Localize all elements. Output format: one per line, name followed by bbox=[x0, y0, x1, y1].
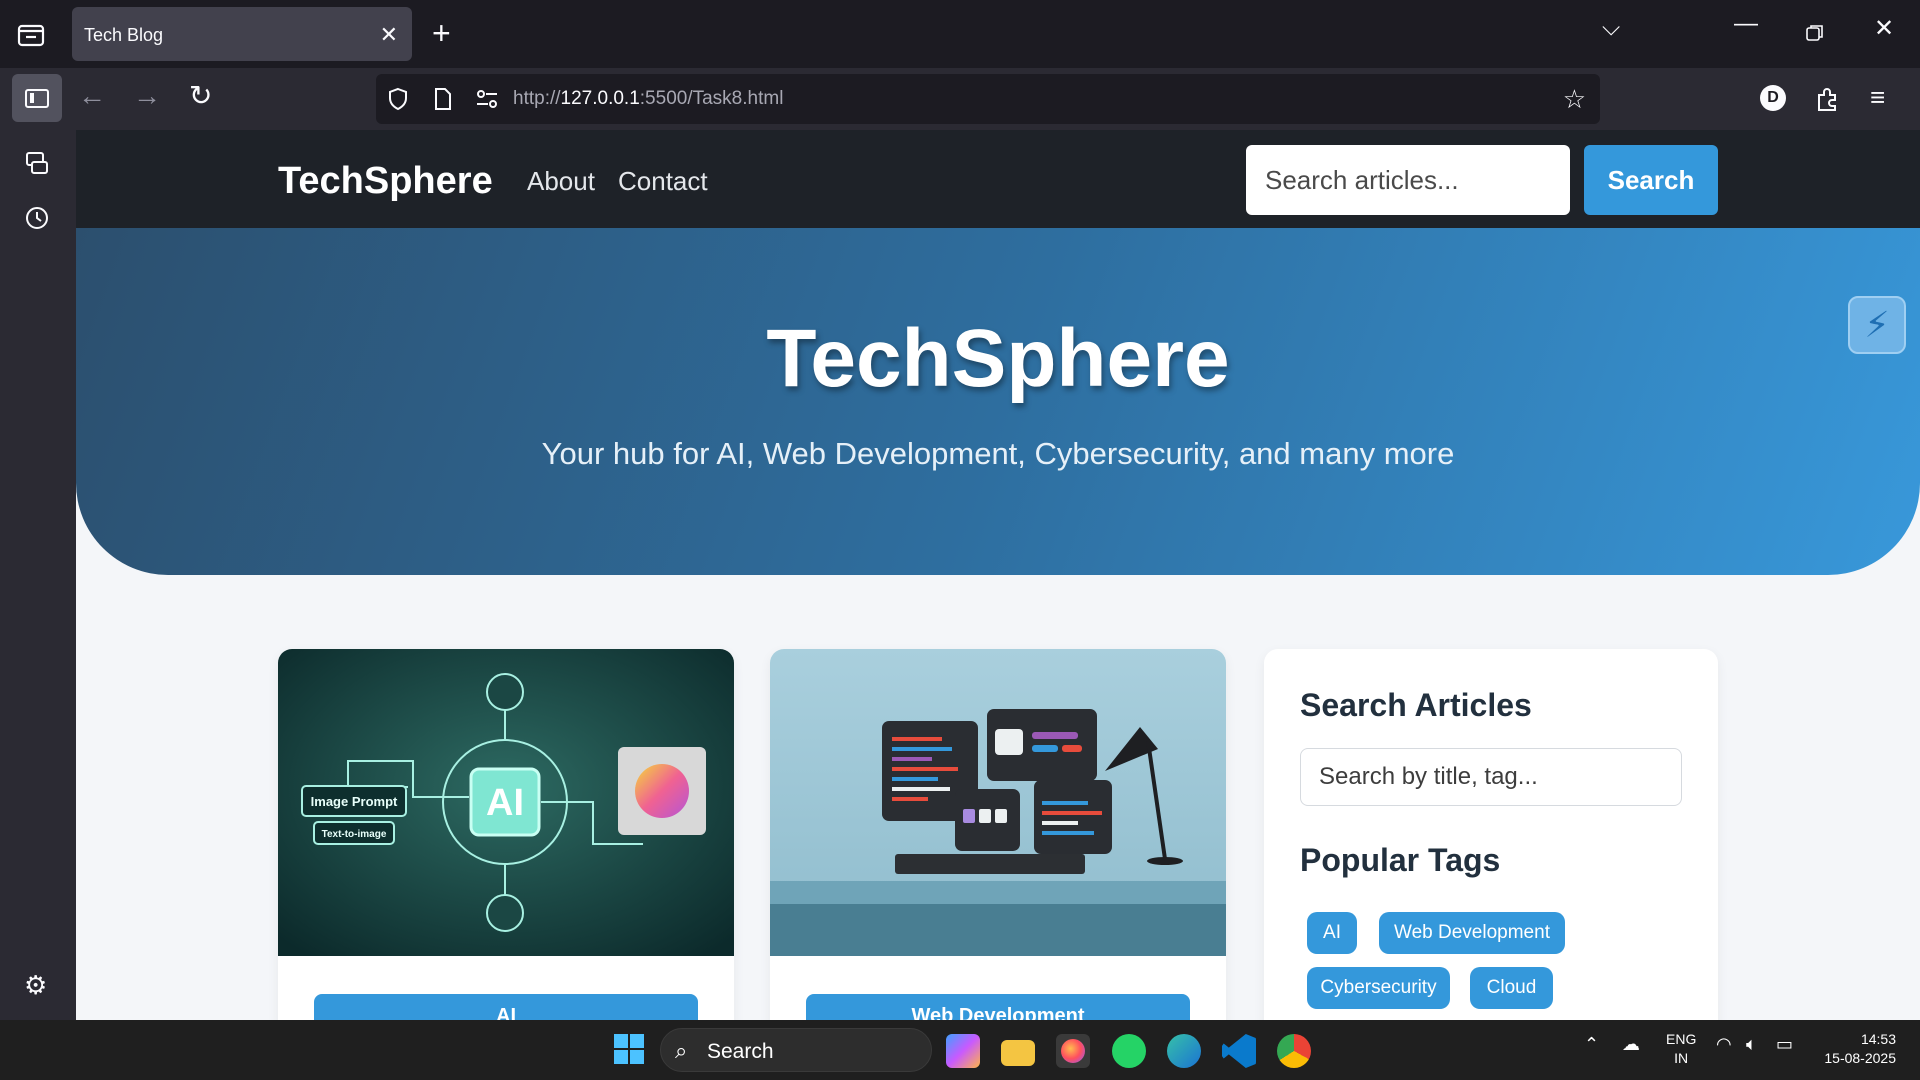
page-viewport: TechSphere About Contact Search TechSphe… bbox=[76, 130, 1920, 1020]
back-icon[interactable]: ← bbox=[78, 80, 106, 112]
minimize-icon[interactable]: — bbox=[1734, 10, 1758, 38]
site-header: TechSphere About Contact Search bbox=[76, 130, 1920, 228]
taskbar-search[interactable]: ⌕ Search bbox=[660, 1028, 932, 1072]
hero-subtitle: Your hub for AI, Web Development, Cybers… bbox=[541, 436, 1455, 471]
clock-time: 14:53 bbox=[1860, 1031, 1896, 1047]
reload-icon[interactable]: ↻ bbox=[189, 80, 212, 112]
page-icon[interactable] bbox=[433, 87, 453, 111]
clock-date: 15-08-2025 bbox=[1824, 1050, 1896, 1066]
nav-link-about[interactable]: About bbox=[527, 166, 595, 197]
tab-close-icon[interactable]: ✕ bbox=[380, 22, 398, 48]
tag-chip-cloud[interactable]: Cloud bbox=[1470, 967, 1553, 1009]
browser-toolbar: ← → ↻ http://127.0.0.1:5500/Task8.html ☆… bbox=[0, 68, 1920, 130]
hero-title: TechSphere bbox=[766, 313, 1230, 404]
menu-icon[interactable]: ≡ bbox=[1870, 82, 1885, 113]
taskbar-search-icon: ⌕ bbox=[675, 1038, 688, 1063]
url-path: :5500/Task8.html bbox=[639, 88, 784, 109]
bookmark-star-icon[interactable]: ☆ bbox=[1563, 84, 1586, 115]
vscode-icon[interactable] bbox=[1222, 1034, 1256, 1068]
whatsapp-icon[interactable] bbox=[1112, 1034, 1146, 1068]
wifi-icon[interactable]: ◠ bbox=[1716, 1034, 1732, 1055]
url-text[interactable]: http://127.0.0.1:5500/Task8.html bbox=[513, 88, 783, 110]
windows-taskbar: ⌕ Search ⌃ ☁ ENG IN ◠ 🔈︎ ▭ 14:53 15-08-2… bbox=[0, 1020, 1920, 1080]
synced-tabs-icon[interactable] bbox=[24, 150, 50, 176]
header-search-button[interactable]: Search bbox=[1584, 145, 1718, 215]
shield-icon[interactable] bbox=[387, 87, 409, 111]
browser-tab-active[interactable]: Tech Blog ✕ bbox=[72, 7, 412, 61]
header-search-input[interactable] bbox=[1246, 145, 1570, 215]
tab-list-chevron-icon[interactable]: ⌵ bbox=[1602, 14, 1620, 42]
firefox-taskbar-button[interactable] bbox=[1056, 1034, 1090, 1068]
site-logo[interactable]: TechSphere bbox=[278, 160, 493, 203]
card-tag-ai[interactable]: AI bbox=[314, 994, 698, 1020]
search-articles-heading: Search Articles bbox=[1300, 687, 1532, 723]
edge-icon[interactable] bbox=[1167, 1034, 1201, 1068]
url-prefix: http:// bbox=[513, 88, 561, 109]
image-prompt-label: Image Prompt bbox=[311, 794, 398, 809]
url-host: 127.0.0.1 bbox=[560, 88, 640, 109]
card-tag-web-development[interactable]: Web Development bbox=[806, 994, 1190, 1020]
taskbar-search-label: Search bbox=[707, 1040, 774, 1063]
sidebar-settings-icon[interactable]: ⚙ bbox=[24, 970, 47, 1001]
chrome-icon[interactable] bbox=[1277, 1034, 1311, 1068]
url-bar[interactable]: http://127.0.0.1:5500/Task8.html ☆ bbox=[376, 74, 1600, 124]
tab-overview-icon[interactable] bbox=[14, 20, 48, 50]
tag-chip-cybersecurity[interactable]: Cybersecurity bbox=[1307, 967, 1450, 1009]
site-permissions-icon[interactable] bbox=[474, 87, 500, 111]
browser-sidebar: ⚙ bbox=[0, 130, 76, 1020]
extensions-icon[interactable] bbox=[1815, 86, 1841, 112]
copilot-icon[interactable] bbox=[946, 1034, 980, 1068]
restore-icon[interactable] bbox=[1806, 24, 1824, 42]
language-code: ENG bbox=[1666, 1031, 1697, 1047]
onedrive-icon[interactable]: ☁ bbox=[1622, 1034, 1640, 1055]
ai-chip-label: AI bbox=[486, 782, 524, 824]
forward-icon[interactable]: → bbox=[133, 80, 161, 112]
taskbar-clock[interactable]: 14:53 15-08-2025 bbox=[1816, 1030, 1896, 1068]
battery-icon[interactable]: ▭ bbox=[1776, 1034, 1793, 1055]
history-icon[interactable] bbox=[24, 205, 50, 231]
tray-overflow-icon[interactable]: ⌃ bbox=[1584, 1034, 1599, 1055]
tag-chip-ai[interactable]: AI bbox=[1307, 912, 1357, 954]
search-tags-panel: Search Articles Popular Tags AI Web Deve… bbox=[1264, 649, 1718, 1020]
hero-banner: TechSphere Your hub for AI, Web Developm… bbox=[76, 228, 1920, 575]
ai-article-image: AI Image Prompt Text-to-image bbox=[278, 649, 734, 956]
language-indicator[interactable]: ENG IN bbox=[1666, 1030, 1696, 1068]
sidebar-toggle-button[interactable] bbox=[12, 74, 62, 122]
new-tab-icon[interactable]: + bbox=[432, 16, 451, 50]
web-development-article-image bbox=[770, 649, 1226, 956]
article-card-web-development[interactable]: Web Development bbox=[770, 649, 1226, 1020]
nav-link-contact[interactable]: Contact bbox=[618, 166, 708, 197]
browser-tab-strip: Tech Blog ✕ + ⌵ — ✕ bbox=[0, 0, 1920, 68]
file-explorer-icon[interactable] bbox=[1001, 1040, 1035, 1066]
windows-start-icon[interactable] bbox=[614, 1034, 644, 1064]
extension-float-icon[interactable]: ⚡ bbox=[1848, 296, 1906, 354]
firefox-icon bbox=[1061, 1039, 1085, 1063]
tag-chip-web-development[interactable]: Web Development bbox=[1379, 912, 1565, 954]
text-to-image-label: Text-to-image bbox=[322, 829, 387, 840]
volume-icon[interactable]: 🔈︎ bbox=[1746, 1034, 1757, 1055]
tab-title: Tech Blog bbox=[84, 25, 164, 45]
close-window-icon[interactable]: ✕ bbox=[1874, 14, 1894, 43]
popular-tags-heading: Popular Tags bbox=[1300, 842, 1501, 878]
profile-avatar[interactable]: D bbox=[1760, 85, 1786, 111]
article-card-ai[interactable]: AI Image Prompt Text-to-image AI bbox=[278, 649, 734, 1020]
language-region: IN bbox=[1674, 1050, 1689, 1066]
sidebar-search-input[interactable] bbox=[1300, 748, 1682, 806]
